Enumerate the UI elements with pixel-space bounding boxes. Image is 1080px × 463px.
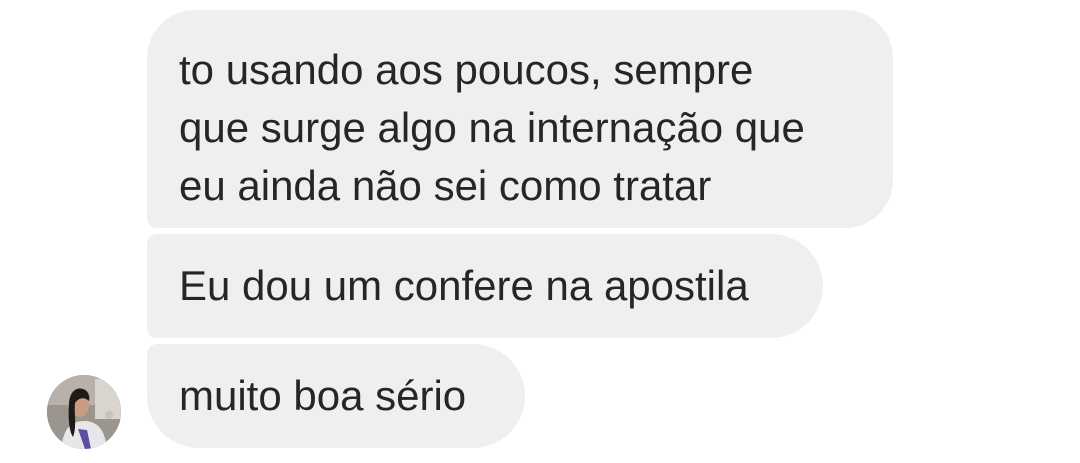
message-bubble[interactable]: Eu dou um confere na apostila: [147, 234, 823, 338]
message-bubble[interactable]: to usando aos poucos, sempre que surge a…: [147, 10, 893, 228]
message-bubble[interactable]: muito boa sério: [147, 344, 525, 448]
message-thread: to usando aos poucos, sempre que surge a…: [0, 0, 1080, 463]
avatar[interactable]: [47, 375, 121, 449]
profile-photo-avatar-icon: [47, 375, 121, 449]
